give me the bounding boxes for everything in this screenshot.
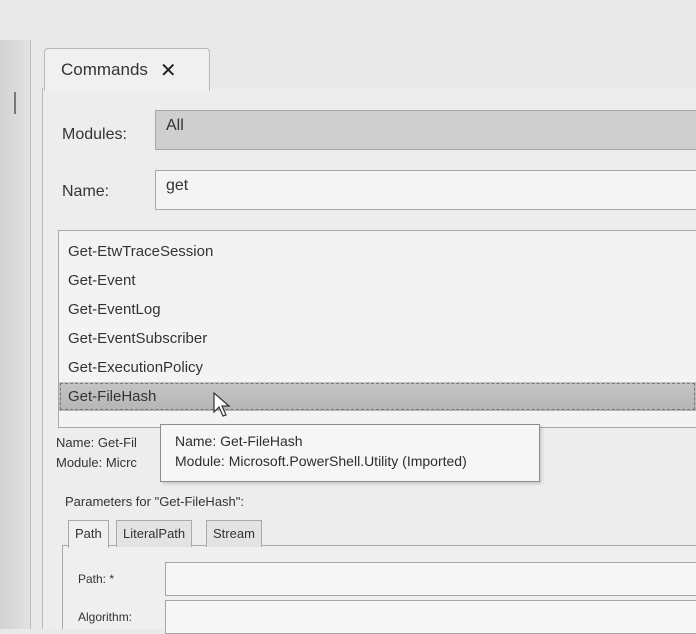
tab-commands[interactable]: Commands ✕ (44, 48, 210, 91)
tab-stream[interactable]: Stream (206, 520, 262, 547)
list-item[interactable]: Get-EventSubscriber (59, 324, 696, 353)
command-list[interactable]: Get-EtwTraceSession Get-Event Get-EventL… (58, 230, 696, 428)
mouse-cursor-icon (213, 392, 231, 417)
command-name-info: Name: Get-Fil (56, 435, 137, 450)
name-input[interactable]: get (155, 170, 696, 210)
modules-dropdown[interactable]: All (155, 110, 696, 150)
tab-literalpath[interactable]: LiteralPath (116, 520, 193, 547)
tooltip-name: Name: Get-FileHash (175, 433, 303, 449)
list-item[interactable]: Get-EventLog (59, 295, 696, 324)
tab-path[interactable]: Path (68, 520, 109, 548)
path-input[interactable] (165, 562, 696, 596)
tooltip-module: Module: Microsoft.PowerShell.Utility (Im… (175, 453, 467, 469)
pane-splitter-icon[interactable] (8, 92, 16, 114)
tab-title: Commands (61, 60, 148, 79)
close-icon[interactable]: ✕ (160, 58, 177, 83)
name-label: Name: (62, 183, 110, 200)
modules-label: Modules: (62, 126, 127, 143)
algorithm-label: Algorithm: (78, 610, 133, 624)
left-pane-edge (0, 40, 31, 629)
command-module-info: Module: Micrc (56, 455, 137, 470)
parameters-title: Parameters for "Get-FileHash": (65, 494, 245, 509)
list-item[interactable]: Get-Event (59, 266, 696, 295)
path-label: Path: * (78, 572, 115, 586)
command-tooltip: Name: Get-FileHash Module: Microsoft.Pow… (160, 424, 540, 482)
list-item[interactable]: Get-ExecutionPolicy (59, 353, 696, 382)
list-item-selected[interactable]: Get-FileHash (59, 382, 696, 411)
list-item[interactable]: Get-EtwTraceSession (59, 237, 696, 266)
